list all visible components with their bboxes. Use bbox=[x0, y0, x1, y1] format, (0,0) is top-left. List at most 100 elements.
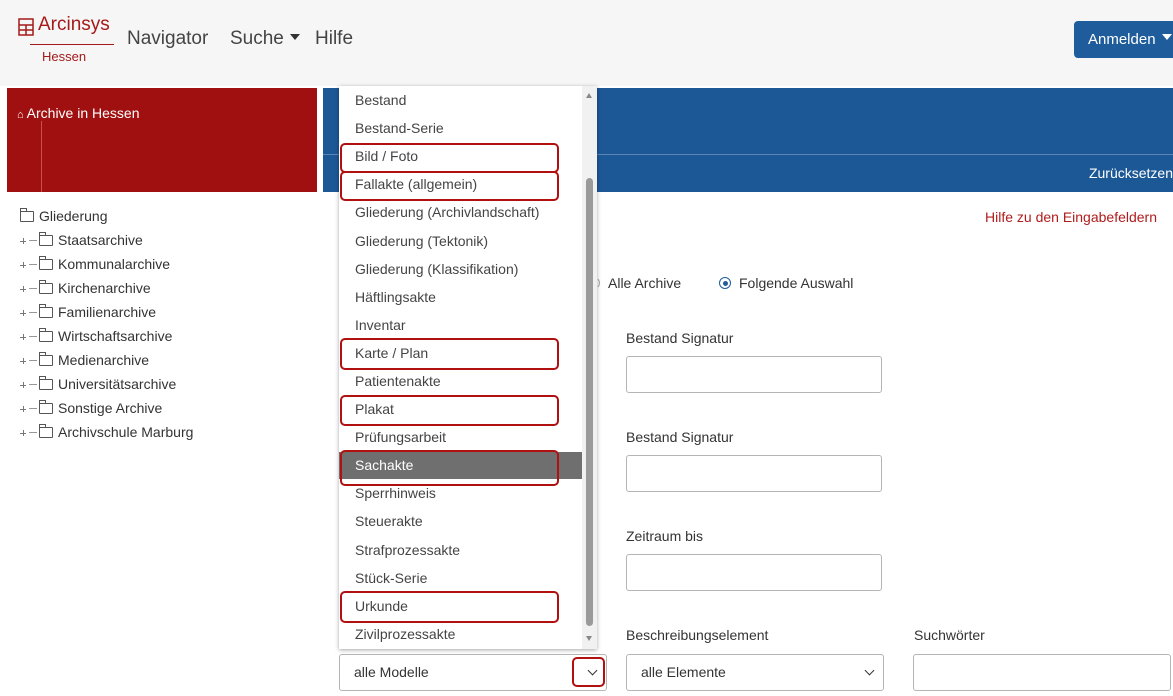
radio-checked-icon bbox=[719, 277, 731, 289]
radio-selection[interactable]: Folgende Auswahl bbox=[719, 275, 853, 291]
tree-item-label: Medienarchive bbox=[58, 352, 150, 368]
folder-icon bbox=[38, 352, 53, 366]
archive-tree: Gliederung Staatsarchive Kommunalarchive… bbox=[19, 204, 193, 444]
expand-icon[interactable] bbox=[20, 310, 26, 316]
tree-item-universitaetsarchive[interactable]: Universitätsarchive bbox=[20, 372, 193, 396]
dropdown-option[interactable]: Plakat bbox=[339, 396, 582, 423]
radio-all-archives[interactable]: Alle Archive bbox=[588, 275, 681, 291]
dropdown-option[interactable]: Stück-Serie bbox=[339, 565, 582, 592]
folder-icon bbox=[38, 280, 53, 294]
scrollbar-thumb[interactable] bbox=[586, 178, 593, 626]
dropdown-option[interactable]: Gliederung (Tektonik) bbox=[339, 228, 582, 255]
field-help-link[interactable]: Hilfe zu den Eingabefeldern bbox=[985, 209, 1157, 225]
caret-down-icon bbox=[289, 34, 300, 40]
tree-item-label: Sonstige Archive bbox=[58, 400, 163, 416]
dropdown-option[interactable]: Häftlingsakte bbox=[339, 284, 582, 311]
folder-icon bbox=[38, 424, 53, 438]
dropdown-option[interactable]: Sperrhinweis bbox=[339, 480, 582, 507]
expand-icon[interactable] bbox=[20, 358, 26, 364]
dropdown-scrollbar[interactable] bbox=[582, 86, 597, 649]
dropdown-option[interactable]: Urkunde bbox=[339, 593, 582, 620]
tree-branch-line bbox=[29, 384, 37, 385]
label-bestand-signatur-1: Bestand Signatur bbox=[626, 330, 734, 346]
element-select[interactable]: alle Elemente bbox=[626, 654, 884, 691]
tree-item-label: Universitätsarchive bbox=[58, 376, 177, 392]
dropdown-option[interactable]: Gliederung (Klassifikation) bbox=[339, 256, 582, 283]
brand-region: Hessen bbox=[42, 49, 87, 64]
zeitraum-bis-input[interactable] bbox=[626, 554, 882, 591]
chevron-down-icon bbox=[587, 665, 598, 676]
expand-icon[interactable] bbox=[20, 334, 26, 340]
nav-help[interactable]: Hilfe bbox=[315, 28, 353, 50]
tree-item-familienarchive[interactable]: Familienarchive bbox=[20, 300, 193, 324]
expand-icon[interactable] bbox=[20, 406, 26, 412]
tree-branch-line bbox=[29, 408, 37, 409]
expand-icon[interactable] bbox=[20, 430, 26, 436]
tree-branch-line bbox=[29, 288, 37, 289]
tree-item-archivschule-marburg[interactable]: Archivschule Marburg bbox=[20, 420, 193, 444]
brand-underline bbox=[30, 44, 114, 45]
login-label: Anmelden bbox=[1088, 31, 1156, 48]
folder-icon bbox=[38, 232, 53, 246]
reset-button[interactable]: Zurücksetzen bbox=[1089, 165, 1173, 181]
expand-icon[interactable] bbox=[20, 382, 26, 388]
dropdown-option[interactable]: Fallakte (allgemein) bbox=[339, 171, 582, 198]
tree-item-label: Kommunalarchive bbox=[58, 256, 171, 272]
dropdown-option[interactable]: Inventar bbox=[339, 312, 582, 339]
search-words-input[interactable] bbox=[913, 654, 1171, 691]
brand-name[interactable]: Arcinsys bbox=[38, 14, 110, 36]
dropdown-option[interactable]: Bild / Foto bbox=[339, 143, 582, 170]
archive-region-label: Archive in Hessen bbox=[26, 105, 140, 121]
dropdown-option[interactable]: Karte / Plan bbox=[339, 340, 582, 367]
tree-item-kirchenarchive[interactable]: Kirchenarchive bbox=[20, 276, 193, 300]
bestand-signatur-input-2[interactable] bbox=[626, 455, 882, 492]
element-select-value: alle Elemente bbox=[641, 664, 726, 680]
tree-item-label: Wirtschaftsarchive bbox=[58, 328, 173, 344]
label-suchwoerter: Suchwörter bbox=[914, 627, 985, 643]
scroll-up-arrow-icon[interactable] bbox=[586, 93, 592, 98]
dropdown-option[interactable]: Bestand bbox=[339, 87, 582, 114]
expand-icon[interactable] bbox=[20, 238, 26, 244]
dropdown-option[interactable]: Patientenakte bbox=[339, 368, 582, 395]
expand-icon[interactable] bbox=[20, 262, 26, 268]
dropdown-option[interactable]: Bestand-Serie bbox=[339, 115, 582, 142]
model-dropdown-list: Bestand Bestand-Serie Bild / Foto Fallak… bbox=[339, 86, 597, 649]
scroll-down-arrow-icon[interactable] bbox=[586, 636, 592, 641]
tree-item-staatsarchive[interactable]: Staatsarchive bbox=[20, 228, 193, 252]
tree-branch-line bbox=[29, 312, 37, 313]
archive-logo-icon bbox=[18, 18, 34, 36]
tree-item-label: Staatsarchive bbox=[58, 232, 143, 248]
dropdown-option[interactable]: Prüfungsarbeit bbox=[339, 424, 582, 451]
tree-item-label: Archivschule Marburg bbox=[58, 424, 194, 440]
model-select[interactable]: alle Modelle bbox=[339, 654, 607, 691]
tree-item-medienarchive[interactable]: Medienarchive bbox=[20, 348, 193, 372]
chevron-down-icon bbox=[864, 665, 875, 676]
expand-icon[interactable] bbox=[20, 286, 26, 292]
tree-branch-line bbox=[29, 240, 37, 241]
panel-divider bbox=[41, 121, 42, 192]
tree-branch-line bbox=[29, 432, 37, 433]
radio-selection-label: Folgende Auswahl bbox=[739, 275, 854, 291]
dropdown-option-selected[interactable]: Sachakte bbox=[339, 452, 582, 479]
dropdown-option[interactable]: Gliederung (Archivlandschaft) bbox=[339, 199, 582, 226]
caret-down-icon bbox=[1161, 34, 1172, 40]
nav-search[interactable]: Suche bbox=[230, 28, 300, 50]
dropdown-option[interactable]: Strafprozessakte bbox=[339, 537, 582, 564]
dropdown-option[interactable]: Steuerakte bbox=[339, 508, 582, 535]
tree-item-wirtschaftsarchive[interactable]: Wirtschaftsarchive bbox=[20, 324, 193, 348]
dropdown-option[interactable]: Zivilprozessakte bbox=[339, 621, 582, 648]
folder-icon bbox=[38, 328, 53, 342]
login-button[interactable]: Anmelden bbox=[1074, 21, 1173, 58]
tree-branch-line bbox=[29, 264, 37, 265]
folder-icon bbox=[38, 304, 53, 318]
tree-item-sonstige-archive[interactable]: Sonstige Archive bbox=[20, 396, 193, 420]
label-zeitraum-bis: Zeitraum bis bbox=[626, 528, 704, 544]
nav-navigator[interactable]: Navigator bbox=[127, 28, 208, 50]
tree-item-label: Kirchenarchive bbox=[58, 280, 151, 296]
tree-root-label: Gliederung bbox=[39, 208, 108, 224]
tree-item-kommunalarchive[interactable]: Kommunalarchive bbox=[20, 252, 193, 276]
tree-root[interactable]: Gliederung bbox=[19, 204, 193, 228]
folder-icon bbox=[38, 400, 53, 414]
archive-region-title[interactable]: ⌂ Archive in Hessen bbox=[17, 105, 139, 121]
bestand-signatur-input-1[interactable] bbox=[626, 356, 882, 393]
